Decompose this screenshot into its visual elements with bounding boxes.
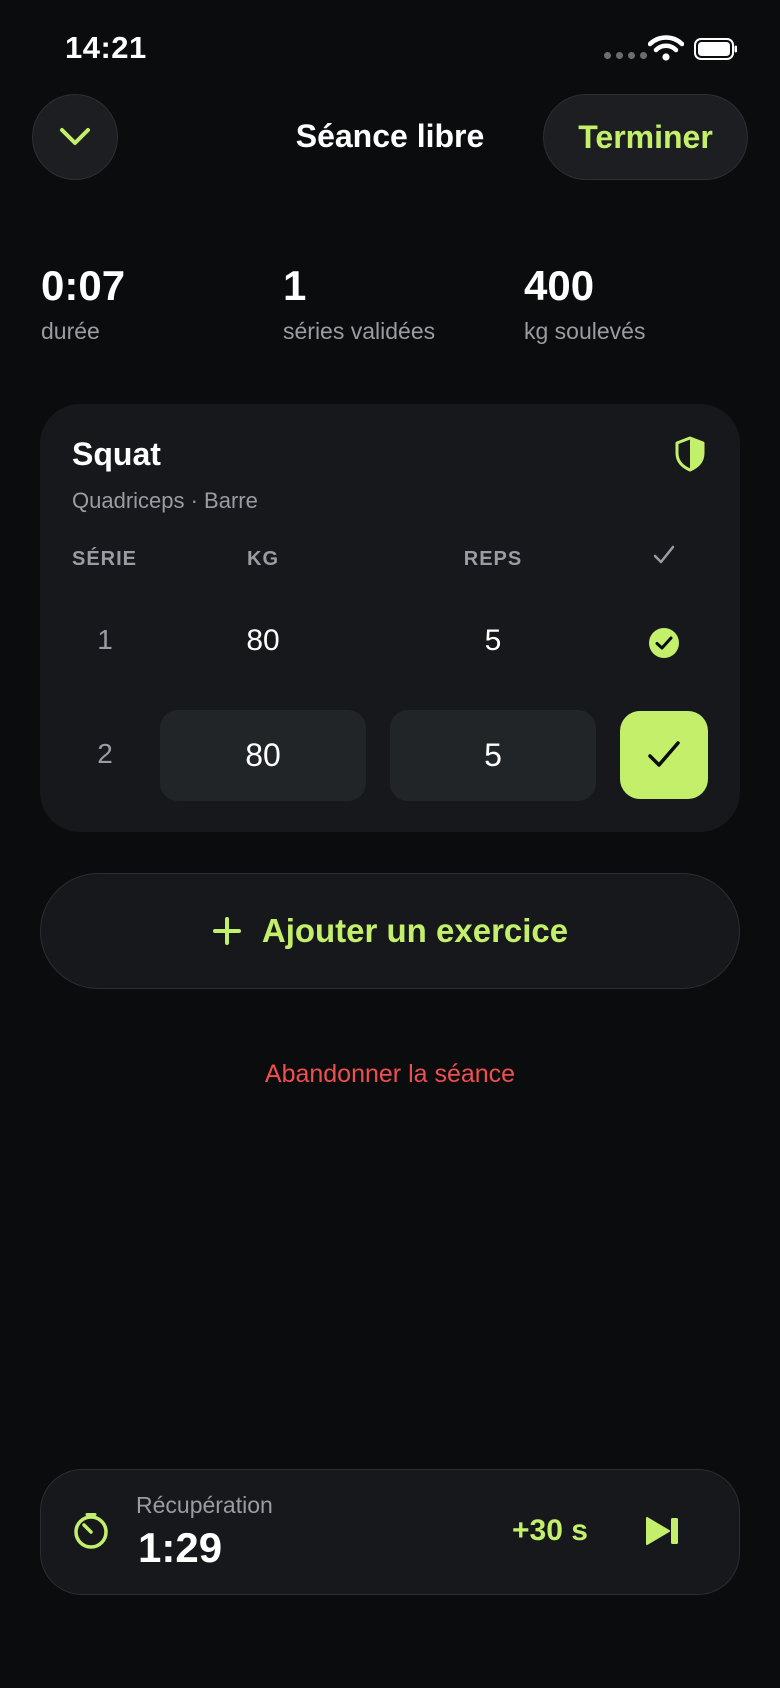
rest-label: Récupération xyxy=(136,1492,273,1518)
add-exercise-label: Ajouter un exercice xyxy=(261,912,569,949)
set-1-reps[interactable]: 5 xyxy=(443,624,543,658)
set-2-reps-input[interactable]: 5 xyxy=(390,710,596,801)
exercise-name[interactable]: Squat xyxy=(72,436,161,473)
status-time: 14:21 xyxy=(65,30,147,65)
set-2-kg-input[interactable]: 80 xyxy=(160,710,366,801)
shield-icon[interactable] xyxy=(674,436,706,472)
add-30s-button[interactable]: +30 s xyxy=(512,1514,588,1548)
check-circle-icon[interactable] xyxy=(648,627,680,659)
column-header-kg: KG xyxy=(247,548,279,570)
validated-sets-value: 1 xyxy=(283,262,307,309)
lifted-weight-label: kg soulevés xyxy=(524,318,646,344)
set-2-number: 2 xyxy=(97,738,113,769)
rest-countdown: 1:29 xyxy=(138,1524,223,1571)
set-1-kg[interactable]: 80 xyxy=(213,624,313,658)
validate-set-button[interactable] xyxy=(620,711,708,799)
exercise-subtitle: Quadriceps · Barre xyxy=(72,488,258,513)
wifi-icon xyxy=(648,35,684,61)
duration-label: durée xyxy=(41,318,100,344)
battery-icon xyxy=(694,38,737,60)
abandon-session-link[interactable]: Abandonner la séance xyxy=(0,1060,780,1089)
checkmark-icon xyxy=(648,741,680,767)
lifted-weight-value: 400 xyxy=(524,262,595,309)
column-header-reps: REPS xyxy=(463,548,523,570)
checkmark-icon xyxy=(653,545,675,564)
skip-forward-icon[interactable] xyxy=(644,1514,682,1548)
plus-icon xyxy=(212,917,241,945)
timer-icon xyxy=(74,1513,108,1549)
validated-sets-label: séries validées xyxy=(283,318,436,344)
cellular-signal-icon xyxy=(604,52,647,59)
set-1-number: 1 xyxy=(97,624,113,655)
add-exercise-button[interactable]: Ajouter un exercice xyxy=(40,873,740,989)
column-header-set: SÉRIE xyxy=(72,548,138,570)
finish-button[interactable]: Terminer xyxy=(543,94,748,180)
duration-value: 0:07 xyxy=(41,262,126,309)
